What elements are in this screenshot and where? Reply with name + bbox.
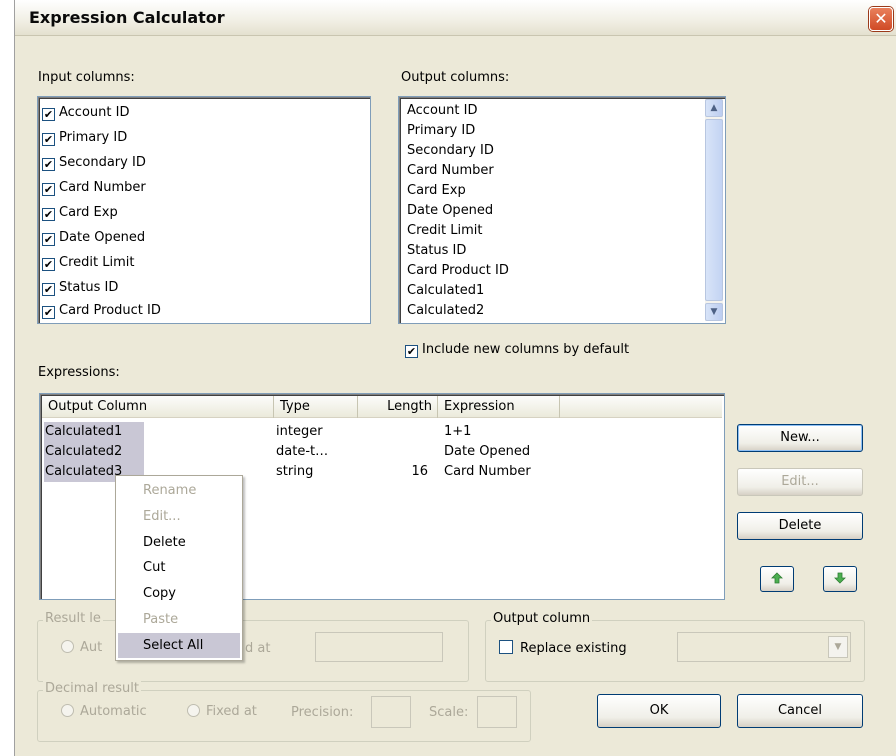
scroll-up-icon[interactable]: ▲ — [705, 99, 723, 117]
output-columns-list[interactable]: Account ID Primary ID Secondary ID Card … — [398, 96, 726, 324]
delete-button[interactable]: Delete — [737, 512, 863, 540]
output-column-item[interactable]: Date Opened — [407, 203, 493, 218]
output-column-item[interactable]: Primary ID — [407, 123, 475, 138]
scale-input[interactable] — [477, 696, 517, 728]
table-row-type: integer — [276, 424, 323, 439]
input-column-item[interactable]: ✔ Card Number — [42, 180, 146, 200]
menu-item-rename[interactable]: Rename — [118, 478, 240, 503]
precision-input[interactable] — [371, 696, 411, 728]
input-column-item[interactable]: ✔ Card Exp — [42, 205, 118, 225]
table-row-expression: Card Number — [444, 464, 531, 479]
menu-item-copy[interactable]: Copy — [118, 581, 240, 606]
menu-item-cut[interactable]: Cut — [118, 555, 240, 580]
scale-label: Scale: — [429, 705, 469, 720]
checkbox-icon[interactable]: ✔ — [42, 283, 55, 296]
checkbox-icon[interactable]: ✔ — [42, 258, 55, 271]
radio-icon[interactable] — [187, 704, 200, 717]
menu-item-paste[interactable]: Paste — [118, 607, 240, 632]
arrow-down-icon[interactable] — [823, 566, 857, 592]
decimal-automatic-option[interactable]: Automatic — [61, 704, 147, 719]
output-columns-scrollbar[interactable]: ▲ ▼ — [705, 99, 723, 321]
output-column-item[interactable]: Calculated2 — [407, 303, 484, 318]
include-new-columns-option[interactable]: ✔ Include new columns by default — [405, 342, 629, 358]
input-columns-label: Input columns: — [38, 70, 135, 85]
output-column-item[interactable]: Card Product ID — [407, 263, 509, 278]
new-button[interactable]: New... — [737, 424, 863, 452]
input-column-item[interactable]: ✔ Account ID — [42, 105, 129, 125]
context-menu: Rename Edit... Delete Cut Copy Paste Sel… — [115, 475, 243, 661]
checkbox-icon[interactable]: ✔ — [42, 108, 55, 121]
table-row-type: string — [276, 464, 314, 479]
input-columns-list[interactable]: ✔ Account ID ✔ Primary ID ✔ Secondary ID ✔ C… — [37, 96, 371, 324]
menu-item-delete[interactable]: Delete — [118, 530, 240, 555]
column-header-length[interactable]: Length — [358, 396, 438, 418]
replace-column-select[interactable]: ▼ — [677, 632, 851, 662]
radio-icon[interactable] — [61, 704, 74, 717]
input-column-item[interactable]: ✔ Date Opened — [42, 230, 145, 250]
checkbox-icon[interactable]: ✔ — [405, 345, 418, 358]
radio-icon[interactable] — [61, 640, 74, 653]
output-columns-label: Output columns: — [401, 70, 510, 85]
menu-item-select-all[interactable]: Select All — [118, 633, 240, 658]
input-column-item[interactable]: ✔ Primary ID — [42, 130, 127, 150]
output-column-item[interactable]: Status ID — [407, 243, 466, 258]
checkbox-icon[interactable]: ✔ — [42, 306, 55, 319]
expression-calculator-dialog: Expression Calculator ✕ Input columns: ✔… — [14, 0, 896, 756]
output-column-item[interactable]: Card Number — [407, 163, 494, 178]
output-column-item[interactable]: Calculated1 — [407, 283, 484, 298]
column-header-output[interactable]: Output Column — [42, 396, 274, 418]
checkbox-icon[interactable]: ✔ — [42, 208, 55, 221]
table-row-length: 16 — [411, 464, 428, 479]
output-column-item[interactable]: Card Exp — [407, 183, 466, 198]
checkbox-icon[interactable]: ✔ — [42, 133, 55, 146]
title-bar[interactable]: Expression Calculator ✕ — [15, 0, 896, 36]
input-column-item[interactable]: ✔ Credit Limit — [42, 255, 134, 275]
checkbox-icon[interactable] — [499, 640, 513, 654]
scrollbar-thumb[interactable] — [705, 119, 723, 301]
input-column-item[interactable]: ✔ Card Product ID — [42, 303, 161, 323]
arrow-up-icon[interactable] — [760, 566, 794, 592]
input-column-item[interactable]: ✔ Status ID — [42, 280, 118, 300]
checkbox-icon[interactable]: ✔ — [42, 183, 55, 196]
expressions-header: Output Column Type Length Expression — [42, 396, 722, 418]
result-length-input[interactable] — [315, 632, 443, 662]
output-column-group-title: Output column — [491, 611, 593, 626]
scroll-down-icon[interactable]: ▼ — [705, 303, 723, 321]
column-header-type[interactable]: Type — [274, 396, 358, 418]
close-icon[interactable]: ✕ — [869, 7, 893, 31]
menu-item-edit[interactable]: Edit... — [118, 504, 240, 529]
edit-button[interactable]: Edit... — [737, 468, 863, 496]
replace-existing-option[interactable]: Replace existing — [499, 640, 627, 656]
table-row-output[interactable]: Calculated2 — [44, 442, 144, 462]
result-automatic-option[interactable]: Aut — [61, 640, 102, 655]
input-column-item[interactable]: ✔ Secondary ID — [42, 155, 146, 175]
output-column-item[interactable]: Credit Limit — [407, 223, 482, 238]
cancel-button[interactable]: Cancel — [737, 694, 863, 728]
decimal-result-title: Decimal result — [43, 681, 141, 696]
expressions-label: Expressions: — [38, 365, 120, 380]
result-fixed-label: d at — [245, 641, 271, 656]
result-length-title: Result le — [43, 611, 103, 626]
checkbox-icon[interactable]: ✔ — [42, 233, 55, 246]
table-row-expression: 1+1 — [444, 424, 472, 439]
output-column-item[interactable]: Account ID — [407, 103, 477, 118]
chevron-down-icon[interactable]: ▼ — [828, 636, 848, 658]
table-row-expression: Date Opened — [444, 444, 531, 459]
dialog-title: Expression Calculator — [29, 8, 225, 27]
table-row-output[interactable]: Calculated1 — [44, 422, 144, 442]
decimal-fixed-option[interactable]: Fixed at — [187, 704, 257, 719]
include-new-columns-label: Include new columns by default — [422, 342, 630, 357]
table-row-type: date-t… — [276, 444, 329, 459]
column-header-expression[interactable]: Expression — [438, 396, 560, 418]
output-column-item[interactable]: Secondary ID — [407, 143, 494, 158]
checkbox-icon[interactable]: ✔ — [42, 158, 55, 171]
ok-button[interactable]: OK — [597, 694, 721, 728]
precision-label: Precision: — [291, 705, 354, 720]
